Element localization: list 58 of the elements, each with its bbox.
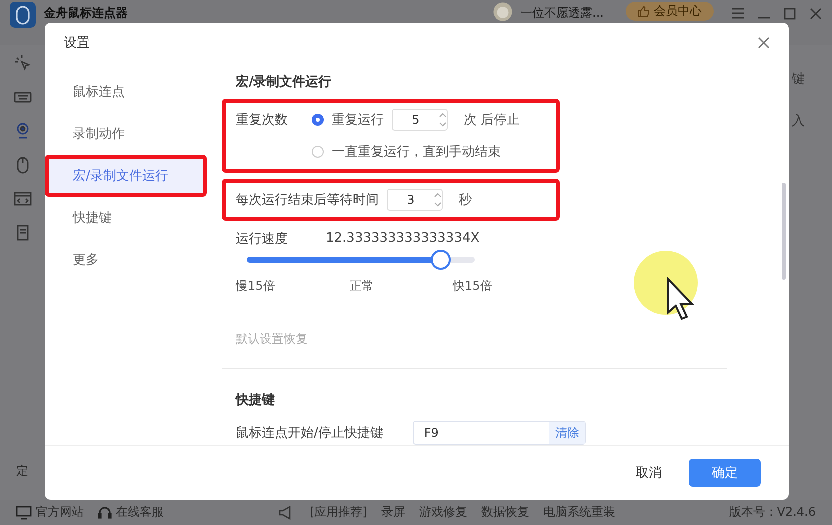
radio-option[interactable]: 重复运行 bbox=[312, 111, 384, 129]
slider-thumb[interactable] bbox=[430, 250, 451, 270]
number-field[interactable]: 5 bbox=[392, 109, 448, 131]
radio-option[interactable]: 一直重复运行，直到手动结束 bbox=[312, 143, 501, 161]
footer-link[interactable]: 在线客服 bbox=[98, 504, 164, 521]
nav-item[interactable]: 快捷键 bbox=[49, 201, 203, 235]
field-label: 重复次数 bbox=[236, 112, 289, 129]
partial-label: 键 bbox=[792, 71, 806, 88]
cancel-button[interactable]: 取消 bbox=[617, 459, 681, 487]
nav-item[interactable]: 录制动作 bbox=[49, 117, 203, 151]
field-label: 鼠标连点开始/停止快捷键 bbox=[236, 425, 384, 442]
partial-label: 入 bbox=[792, 113, 806, 130]
number-field[interactable]: 3 bbox=[387, 188, 443, 211]
shortcut-field[interactable]: F9 清除 bbox=[413, 421, 586, 445]
monitor-icon bbox=[16, 506, 32, 520]
sidebar-label[interactable]: 定 bbox=[16, 463, 28, 480]
close-icon[interactable] bbox=[810, 8, 822, 20]
nav-item[interactable]: 宏/录制文件运行 bbox=[49, 159, 203, 193]
nav-item[interactable]: 更多 bbox=[49, 243, 203, 277]
unit-label: 秒 bbox=[459, 192, 472, 209]
radio-icon[interactable] bbox=[312, 146, 324, 158]
nav-item[interactable]: 鼠标连点 bbox=[49, 75, 203, 109]
spinner-arrows-icon[interactable] bbox=[434, 192, 442, 208]
ok-button[interactable]: 确定 bbox=[689, 459, 761, 487]
section-title: 快捷键 bbox=[234, 392, 276, 410]
field-label: 运行速度 bbox=[236, 230, 288, 248]
promo-link[interactable]: 录屏 bbox=[381, 504, 406, 521]
reset-defaults-link[interactable]: 默认设置恢复 bbox=[222, 331, 729, 348]
scrollbar[interactable] bbox=[782, 183, 786, 280]
unit-label: 次 后停止 bbox=[464, 112, 520, 129]
clear-button[interactable]: 清除 bbox=[549, 422, 586, 444]
promo-link[interactable]: 游戏修复 bbox=[419, 504, 468, 521]
footer-link[interactable]: 官方网站 bbox=[16, 504, 84, 521]
headset-icon bbox=[98, 506, 112, 520]
dialog-title: 设置 bbox=[64, 35, 90, 52]
user-name[interactable]: 一位不愿透露... bbox=[520, 5, 604, 22]
promo-link[interactable]: 数据恢复 bbox=[481, 504, 530, 521]
section-title: 宏/录制文件运行 bbox=[234, 74, 333, 91]
field-label: 每次运行结束后等待时间 bbox=[236, 192, 379, 209]
thumbs-up-icon bbox=[638, 6, 650, 18]
spinner-arrows-icon[interactable] bbox=[439, 112, 447, 128]
minimize-icon[interactable] bbox=[758, 17, 770, 19]
mouse-logo-icon bbox=[10, 2, 36, 28]
radio-icon[interactable] bbox=[312, 114, 324, 126]
scale-label: 正常 bbox=[350, 278, 375, 296]
version-label: 版本号：V2.4.6 bbox=[729, 504, 816, 521]
promo-label: [应用推荐] bbox=[310, 504, 368, 521]
app-title: 金舟鼠标连点器 bbox=[44, 5, 128, 22]
scale-label: 慢15倍 bbox=[236, 278, 276, 296]
speed-reading: 12.333333333333334X bbox=[326, 231, 480, 246]
maximize-icon[interactable] bbox=[784, 8, 796, 20]
promo-link[interactable]: 电脑系统重装 bbox=[543, 504, 616, 521]
cursor-click-icon bbox=[12, 53, 32, 73]
menu-icon[interactable] bbox=[732, 8, 744, 19]
slider-track[interactable] bbox=[247, 250, 475, 268]
scale-label: 快15倍 bbox=[453, 278, 494, 296]
vip-center-button[interactable]: 会员中心 bbox=[626, 2, 714, 21]
avatar-icon[interactable] bbox=[492, 2, 513, 22]
